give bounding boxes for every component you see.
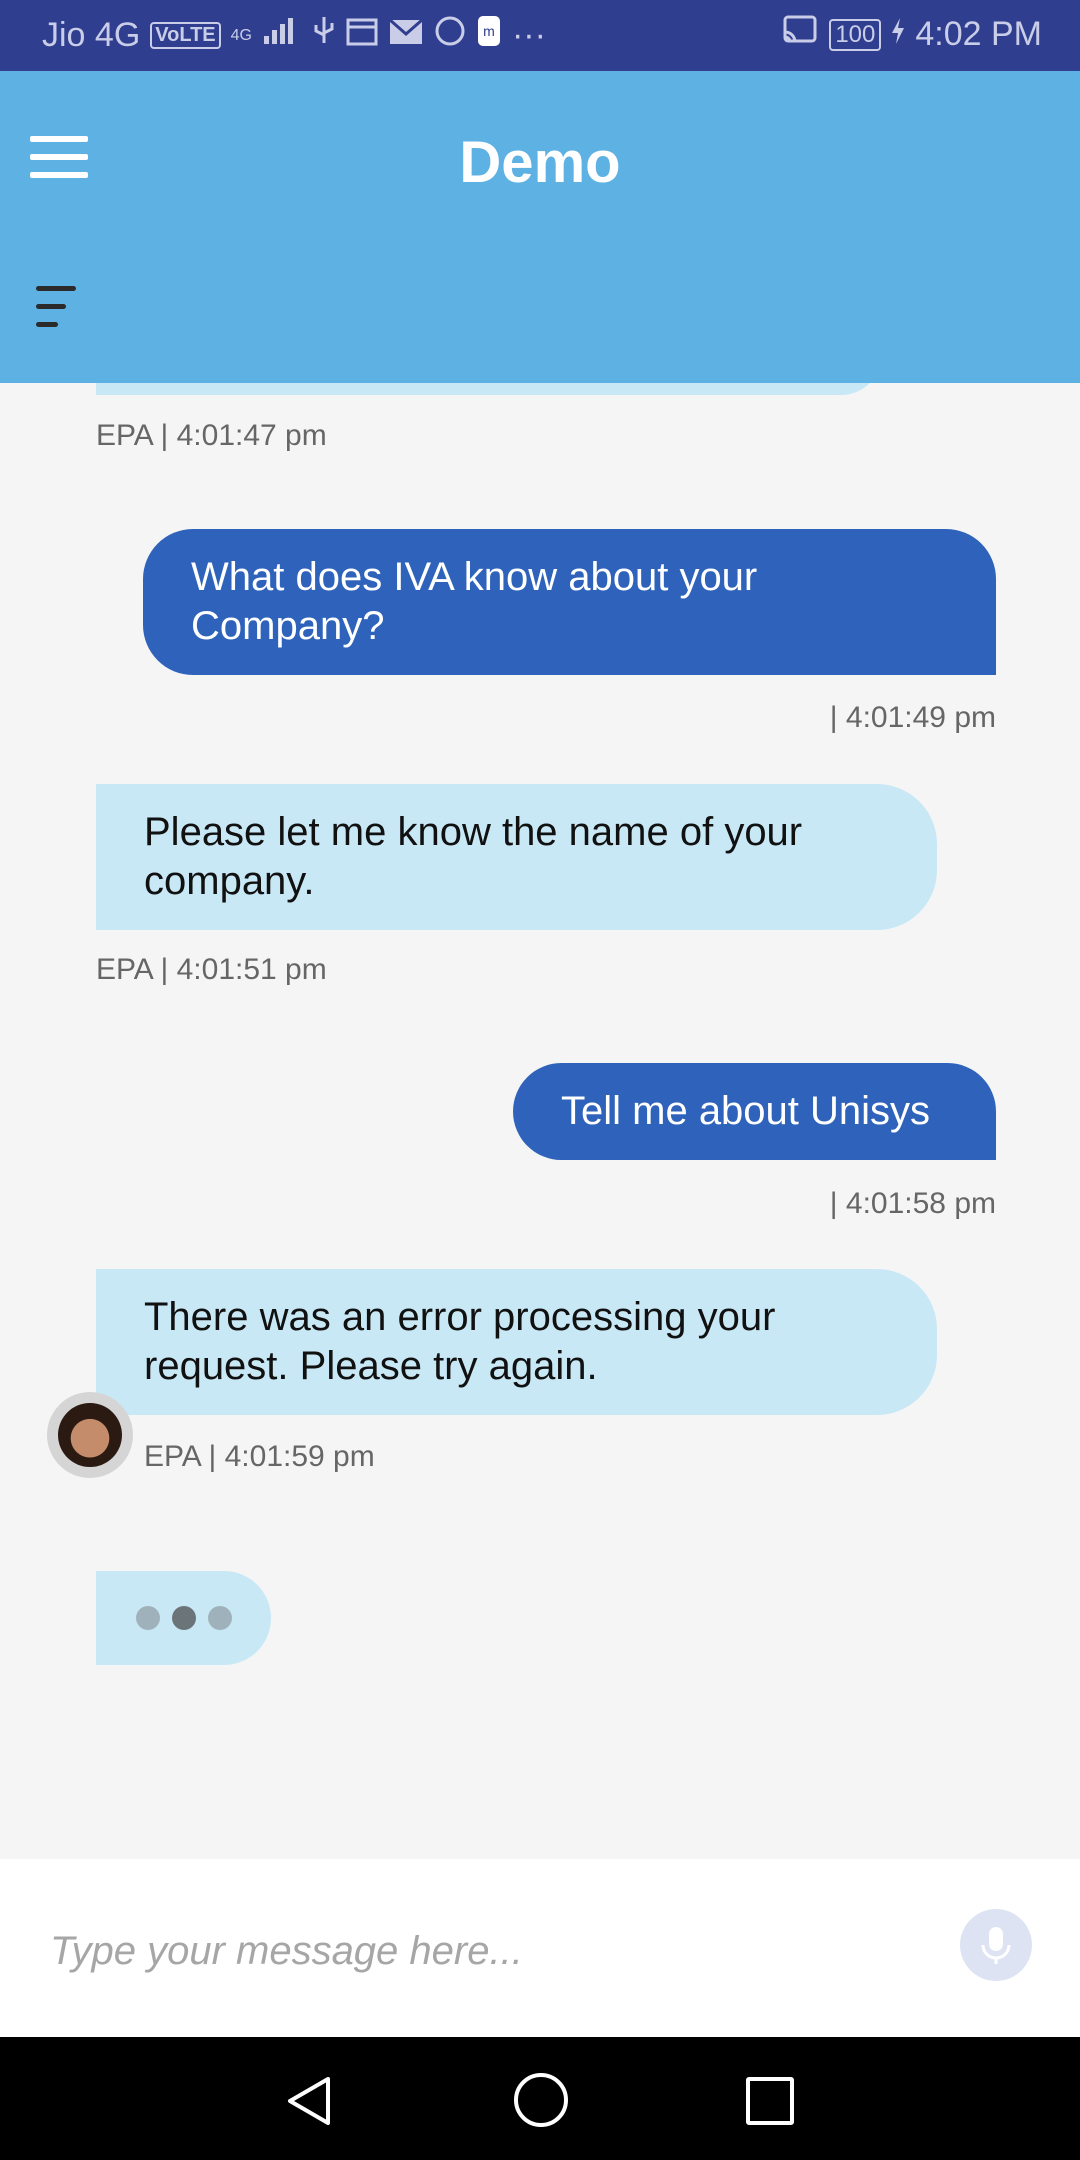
avatar xyxy=(47,1392,133,1478)
system-nav-bar xyxy=(0,2037,1080,2160)
charging-icon xyxy=(891,15,905,54)
carrier-label: Jio 4G xyxy=(42,16,141,54)
more-notifications-icon: ··· xyxy=(511,16,546,54)
chat-thread[interactable]: EPA | 4:01:47 pm What does IVA know abou… xyxy=(0,383,1080,1859)
clock: 4:02 PM xyxy=(915,15,1042,53)
nav-recent-icon[interactable] xyxy=(746,2077,794,2125)
cast-icon xyxy=(781,14,819,55)
typing-dot xyxy=(207,1606,232,1630)
status-right: 100 4:02 PM xyxy=(781,14,1042,55)
message-composer xyxy=(0,1859,1080,2037)
usb-icon xyxy=(312,15,336,56)
status-left: Jio 4G VoLTE 4G m ··· xyxy=(42,14,546,57)
page-title: Demo xyxy=(459,130,621,195)
svg-text:m: m xyxy=(483,23,495,39)
message-input[interactable] xyxy=(48,1905,932,1997)
app-notification-icon: m xyxy=(476,14,502,57)
whatsapp-icon xyxy=(434,15,466,56)
sort-lines-icon[interactable] xyxy=(36,286,82,332)
status-bar: Jio 4G VoLTE 4G m ··· 100 4:02 PM xyxy=(0,0,1080,71)
nav-back-icon[interactable] xyxy=(284,2075,332,2132)
typing-dot xyxy=(135,1606,160,1630)
message-meta: EPA | 4:01:59 pm xyxy=(144,1440,375,1473)
typing-dot xyxy=(171,1606,196,1630)
bot-message-bubble: Please let me know the name of your comp… xyxy=(96,784,937,930)
bot-message-bubble: There was an error processing your reque… xyxy=(96,1269,937,1415)
user-message-bubble: What does IVA know about your Company? xyxy=(143,529,996,675)
message-meta: | 4:01:49 pm xyxy=(829,701,996,734)
calendar-icon xyxy=(346,16,378,55)
signal-bars-icon xyxy=(262,16,302,55)
mail-icon xyxy=(388,16,424,55)
nav-home-icon[interactable] xyxy=(514,2073,568,2127)
microphone-icon[interactable] xyxy=(960,1909,1032,1981)
message-meta: EPA | 4:01:51 pm xyxy=(96,953,327,986)
message-meta: EPA | 4:01:47 pm xyxy=(96,419,327,452)
avatar-face xyxy=(58,1403,122,1467)
signal-icon: 4G xyxy=(230,26,252,44)
typing-indicator xyxy=(96,1571,271,1665)
volte-badge: VoLTE xyxy=(150,22,221,49)
user-message-bubble: Tell me about Unisys xyxy=(513,1063,996,1160)
message-meta: | 4:01:58 pm xyxy=(829,1187,996,1220)
app-bar: Demo xyxy=(0,71,1080,383)
battery-indicator: 100 xyxy=(829,18,882,51)
bot-message-bubble xyxy=(96,383,882,395)
